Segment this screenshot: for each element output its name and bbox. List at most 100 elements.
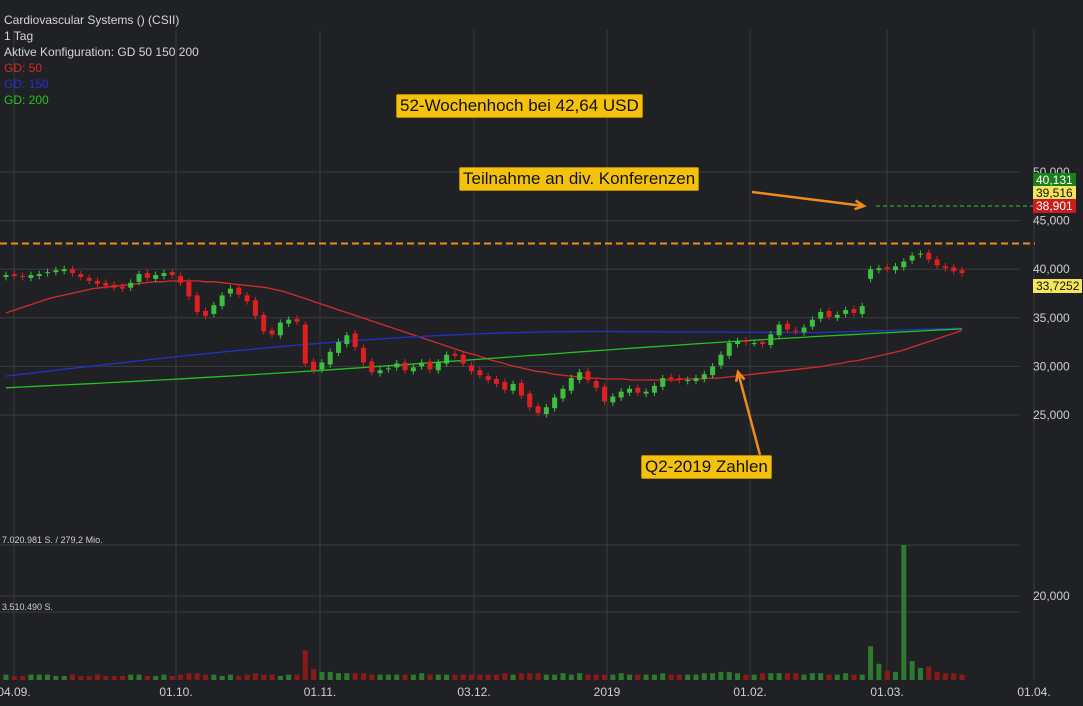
candle-body: [552, 397, 558, 409]
candle-body: [635, 387, 641, 393]
price-tag-low: 38,901: [1033, 199, 1076, 213]
candle-body: [602, 386, 608, 402]
volume-bar: [203, 674, 209, 680]
volume-bar: [543, 674, 549, 680]
volume-bar: [618, 673, 624, 680]
grid-lines: [0, 30, 1035, 680]
volume-bar: [593, 674, 599, 680]
volume-bar: [419, 673, 425, 680]
volume-bar: [527, 673, 533, 680]
volume-bar: [444, 674, 450, 680]
volume-bar: [685, 674, 691, 680]
volume-bar: [385, 674, 391, 680]
chart-legend: Cardiovascular Systems () (CSII) 1 Tag A…: [4, 12, 199, 108]
candle-body: [269, 330, 275, 335]
volume-bar: [402, 674, 408, 680]
volume-bar: [710, 673, 716, 680]
candle-body: [327, 351, 333, 365]
x-tick-label: 01.10.: [159, 685, 192, 699]
volume-bar: [469, 674, 475, 680]
volume-bar: [161, 674, 167, 680]
candle-body: [751, 343, 757, 345]
candle-body: [718, 354, 724, 366]
volume-bar: [28, 674, 34, 680]
volume-bar: [602, 674, 608, 680]
candle-body: [311, 361, 317, 371]
candle-body: [419, 362, 425, 367]
volume-bar: [726, 671, 732, 680]
candle-body: [45, 272, 51, 274]
volume-bar: [884, 670, 890, 680]
volume-bar: [327, 671, 333, 680]
candle-body: [942, 266, 948, 269]
volume-bar: [144, 675, 150, 680]
volume-bar: [227, 674, 233, 680]
volume-bar: [668, 674, 674, 680]
candle-body: [834, 314, 840, 318]
volume-bar: [535, 673, 541, 680]
candle-body: [676, 378, 682, 381]
candle-body: [469, 365, 475, 372]
arrow-q2: [736, 371, 762, 456]
candle-body: [161, 273, 167, 277]
volume-bar: [917, 667, 923, 680]
volume-bar: [518, 673, 524, 680]
candle-body: [876, 268, 882, 271]
resistance-line: [0, 205, 1035, 245]
volume-bar: [552, 674, 558, 680]
candle-body: [801, 327, 807, 333]
volume-max-label: 7.020.981 S. / 279,2 Mio.: [2, 535, 103, 545]
x-axis: 04.09. 01.10. 01.11. 03.12. 2019 01.02. 01.03.…: [0, 685, 1051, 699]
candle-body: [610, 396, 616, 403]
volume-bar: [743, 674, 749, 680]
volume-bar: [676, 674, 682, 680]
candle-body: [859, 306, 865, 314]
ma50-line: [5, 280, 963, 381]
volume-bar: [352, 673, 358, 680]
candle-body: [626, 388, 632, 393]
candle-body: [53, 270, 59, 273]
volume-bar: [718, 671, 724, 680]
candle-body: [518, 382, 524, 396]
volume-bar: [510, 674, 516, 680]
volume-bar: [452, 674, 458, 680]
candle-body: [219, 295, 225, 307]
y-tick-label: 25,000: [1033, 408, 1070, 422]
candle-body: [136, 274, 142, 282]
candle-body: [577, 372, 583, 381]
candle-body: [194, 295, 200, 312]
chart-title: Cardiovascular Systems () (CSII): [4, 13, 180, 27]
volume-bar: [843, 673, 849, 680]
candle-body: [28, 275, 34, 278]
candle-body: [502, 381, 508, 390]
candle-body: [959, 270, 965, 274]
price-tag-high: 40,131: [1033, 173, 1076, 187]
volume-bar: [311, 669, 317, 680]
volume-bar: [410, 674, 416, 680]
candle-body: [643, 391, 649, 394]
candle-body: [286, 319, 292, 324]
candle-body: [244, 295, 250, 302]
legend-ma150: GD: 150: [4, 77, 49, 91]
volume-bar: [261, 674, 267, 680]
candle-body: [227, 288, 233, 294]
volume-bar: [153, 675, 159, 680]
volume-bar: [577, 673, 583, 680]
candle-body: [427, 361, 433, 370]
volume-bar: [493, 674, 499, 680]
volume-bar: [610, 674, 616, 680]
candle-body: [759, 342, 765, 345]
volume-bar: [568, 674, 574, 680]
volume-bar: [336, 673, 342, 680]
volume-bar: [45, 674, 51, 680]
candle-body: [402, 362, 408, 371]
candle-body: [685, 380, 691, 382]
volume-bar: [86, 675, 92, 680]
candle-body: [768, 334, 774, 346]
candle-body: [261, 314, 267, 332]
volume-bar: [502, 673, 508, 680]
volume-bar: [926, 666, 932, 680]
volume-bar: [219, 675, 225, 680]
volume-bar: [826, 674, 832, 680]
candle-body: [86, 277, 92, 281]
